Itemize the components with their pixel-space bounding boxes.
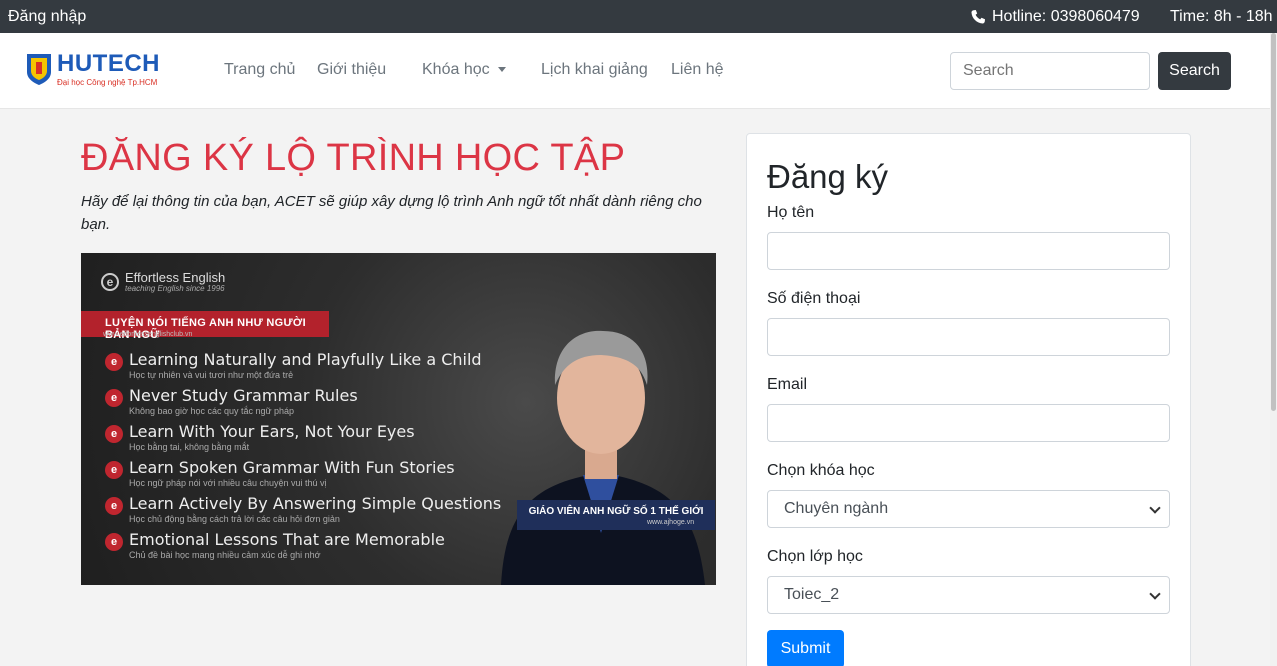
effortless-logo-icon: e: [101, 273, 119, 291]
banner-line: e Emotional Lessons That are Memorable Ch…: [105, 531, 445, 561]
e-bullet-icon: e: [105, 425, 123, 443]
page-title: ĐĂNG KÝ LỘ TRÌNH HỌC TẬP: [81, 137, 626, 179]
email-field[interactable]: [767, 404, 1170, 442]
scrollbar-thumb[interactable]: [1271, 33, 1276, 411]
banner-line-en: Emotional Lessons That are Memorable: [129, 530, 445, 549]
e-bullet-icon: e: [105, 353, 123, 371]
search-button[interactable]: Search: [1158, 52, 1231, 90]
teacher-portrait: [501, 330, 705, 585]
login-link[interactable]: Đăng nhập: [8, 8, 86, 26]
nav-courses-dropdown[interactable]: Khóa học: [422, 61, 506, 79]
class-label: Chọn lớp học: [767, 548, 863, 565]
submit-button[interactable]: Submit: [767, 630, 844, 666]
navbar: HUTECH Đại học Công nghệ Tp.HCM Trang ch…: [0, 33, 1277, 109]
email-label: Email: [767, 376, 808, 393]
logo-subtitle: Đại học Công nghệ Tp.HCM: [57, 78, 158, 87]
hotline-text: Hotline: 0398060479: [992, 8, 1140, 25]
banner-brand: e Effortless English teaching English si…: [101, 271, 225, 293]
phone-icon: [971, 10, 985, 24]
e-bullet-icon: e: [105, 389, 123, 407]
registration-form: Đăng ký Họ tên Số điện thoại Email Chọn …: [746, 133, 1191, 666]
banner-line-en: Learn Spoken Grammar With Fun Stories: [129, 458, 455, 477]
e-bullet-icon: e: [105, 461, 123, 479]
nav-contact[interactable]: Liên hệ: [671, 61, 724, 79]
course-select-value: Chuyên ngành: [784, 500, 889, 517]
business-hours: Time: 8h - 18h: [1170, 8, 1273, 25]
nav-schedule[interactable]: Lịch khai giảng: [541, 61, 648, 79]
banner-brand-name: Effortless English: [125, 270, 226, 285]
e-bullet-icon: e: [105, 533, 123, 551]
banner-line-vi: Học tự nhiên và vui tươi như một đứa trẻ: [129, 370, 294, 380]
banner-line-en: Learn Actively By Answering Simple Quest…: [129, 494, 502, 513]
logo-brand: HUTECH: [57, 50, 160, 77]
class-select-value: Toiec_2: [784, 586, 840, 603]
banner-line-vi: Học chủ động bằng cách trả lời các câu h…: [129, 514, 340, 524]
banner-line-vi: Chủ đề bài học mang nhiều cảm xúc dễ ghi…: [129, 550, 321, 560]
search-input[interactable]: [950, 52, 1150, 90]
banner-line: e Learn Actively By Answering Simple Que…: [105, 495, 501, 525]
banner-line: e Learn Spoken Grammar With Fun Stories H…: [105, 459, 455, 489]
banner-line-en: Learn With Your Ears, Not Your Eyes: [129, 422, 415, 441]
promo-banner-image: e Effortless English teaching English si…: [81, 253, 716, 585]
banner-line-vi: Học bằng tai, không bằng mắt: [129, 442, 250, 452]
banner-brand-tagline: teaching English since 1996: [125, 284, 225, 293]
name-label: Họ tên: [767, 204, 815, 221]
site-logo[interactable]: HUTECH Đại học Công nghệ Tp.HCM: [25, 52, 160, 88]
page-subtitle: Hãy để lại thông tin của bạn, ACET sẽ gi…: [81, 193, 702, 233]
banner-line-vi: Học ngữ pháp nói với nhiều câu chuyện vu…: [129, 478, 327, 488]
page-scrollbar[interactable]: [1270, 33, 1277, 666]
banner-website: www.ajhoge.vn: [647, 519, 695, 526]
banner-site: www.effortlessenglishclub.vn: [103, 331, 193, 338]
caret-down-icon: [497, 67, 506, 73]
top-bar: Đăng nhập Hotline: 0398060479 Time: 8h -…: [0, 0, 1277, 33]
banner-line-vi: Không bao giờ học các quy tắc ngữ pháp: [129, 406, 295, 416]
banner-line-en: Never Study Grammar Rules: [129, 386, 358, 405]
nav-about[interactable]: Giới thiệu: [317, 61, 386, 79]
name-field[interactable]: [767, 232, 1170, 270]
nav-courses-label: Khóa học: [422, 61, 490, 78]
hotline: Hotline: 0398060479: [970, 8, 1140, 26]
banner-line-en: Learning Naturally and Playfully Like a …: [129, 350, 482, 369]
phone-field[interactable]: [767, 318, 1170, 356]
chevron-down-icon: [1149, 502, 1161, 514]
form-title: Đăng ký: [767, 158, 889, 195]
banner-line: e Learn With Your Ears, Not Your Eyes Học…: [105, 423, 415, 453]
course-select[interactable]: Chuyên ngành: [767, 490, 1170, 528]
banner-line: e Learning Naturally and Playfully Like …: [105, 351, 482, 381]
banner-line: e Never Study Grammar Rules Không bao giờ…: [105, 387, 358, 417]
chevron-down-icon: [1149, 588, 1161, 600]
hutech-shield-icon: [27, 54, 51, 85]
class-select[interactable]: Toiec_2: [767, 576, 1170, 614]
course-label: Chọn khóa học: [767, 462, 875, 479]
nav-home[interactable]: Trang chủ: [224, 61, 295, 79]
phone-label: Số điện thoại: [767, 290, 861, 307]
e-bullet-icon: e: [105, 497, 123, 515]
